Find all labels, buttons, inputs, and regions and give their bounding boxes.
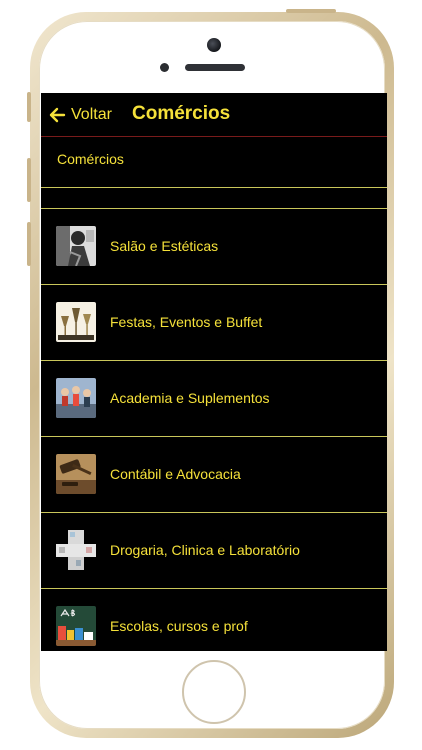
power-button: [286, 9, 336, 13]
silent-switch: [27, 92, 31, 122]
volume-down-button: [27, 222, 31, 266]
pharmacy-icon: [56, 530, 96, 570]
category-item-escolas[interactable]: Escolas, cursos e prof: [41, 589, 387, 651]
section-title: Comércios: [57, 151, 124, 167]
earpiece-speaker: [185, 64, 245, 71]
front-camera-icon: [207, 38, 221, 52]
category-item-salao[interactable]: Salão e Estéticas: [41, 209, 387, 284]
category-item-drogaria[interactable]: Drogaria, Clinica e Laboratório: [41, 513, 387, 588]
salon-photo-icon: [56, 226, 96, 266]
category-item-academia[interactable]: Academia e Suplementos: [41, 361, 387, 436]
party-glasses-icon: [56, 302, 96, 342]
category-label: Escolas, cursos e prof: [110, 618, 248, 634]
home-button[interactable]: [182, 660, 246, 724]
divider: [41, 187, 387, 188]
back-arrow-icon: [49, 107, 66, 123]
category-item-contabil[interactable]: Contábil e Advocacia: [41, 437, 387, 512]
gavel-icon: [56, 454, 96, 494]
app-screen: Voltar Comércios Comércios Salão e Estét…: [41, 93, 387, 651]
section-header: Comércios: [41, 137, 387, 187]
proximity-sensor: [160, 63, 169, 72]
back-button[interactable]: Voltar: [47, 102, 112, 128]
gym-class-icon: [56, 378, 96, 418]
category-label: Festas, Eventos e Buffet: [110, 314, 263, 330]
chalkboard-icon: [56, 606, 96, 646]
category-label: Salão e Estéticas: [110, 238, 219, 254]
category-label: Academia e Suplementos: [110, 390, 270, 406]
volume-up-button: [27, 158, 31, 202]
page-title: Comércios: [132, 103, 231, 124]
category-label: Drogaria, Clinica e Laboratório: [110, 542, 300, 558]
navigation-bar: Voltar Comércios: [41, 93, 387, 137]
category-label: Contábil e Advocacia: [110, 466, 241, 482]
back-label: Voltar: [71, 106, 112, 123]
category-item-festas[interactable]: Festas, Eventos e Buffet: [41, 285, 387, 360]
